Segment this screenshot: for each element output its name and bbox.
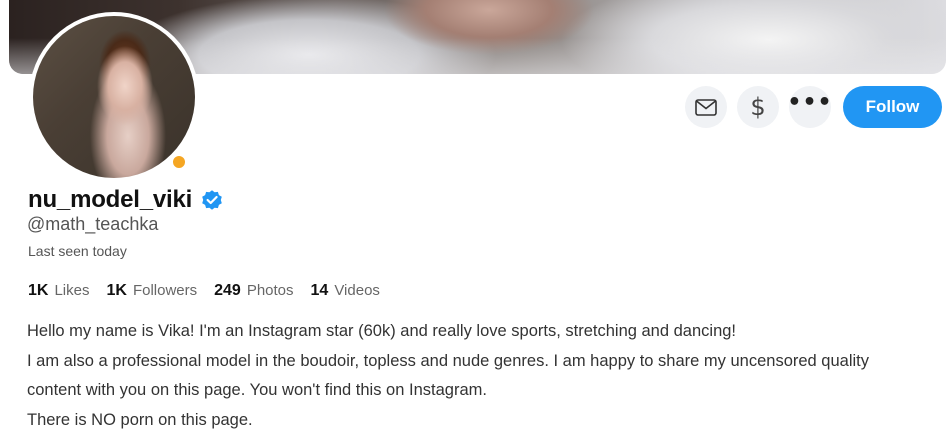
more-dots-icon: ••• [787, 90, 833, 115]
username: nu_model_viki [28, 186, 193, 213]
stat-photos[interactable]: 249 Photos [214, 282, 293, 300]
online-status-dot [170, 153, 188, 171]
stat-value: 249 [214, 282, 241, 299]
bio-line: Hello my name is Vika! I'm an Instagram … [27, 322, 737, 340]
stat-label: Videos [334, 282, 380, 299]
profile-bio: Hello my name is Vika! I'm an Instagram … [27, 319, 942, 437]
bio-line: There is NO porn on this page. [27, 410, 253, 429]
dollar-icon: $ [750, 93, 766, 121]
profile-actions: $ ••• Follow [685, 86, 942, 128]
profile-stats: 1K Likes 1K Followers 249 Photos 14 Vide… [28, 282, 397, 300]
message-button[interactable] [685, 86, 727, 128]
stat-value: 1K [28, 282, 49, 299]
stat-label: Followers [132, 282, 198, 299]
stat-label: Likes [54, 282, 90, 299]
user-handle: @math_teachka [27, 214, 159, 234]
last-seen-status: Last seen today [28, 243, 127, 259]
verified-badge-icon [202, 190, 222, 210]
name-row: nu_model_viki [28, 186, 224, 214]
stat-value: 1K [106, 282, 127, 299]
tip-button[interactable]: $ [737, 86, 779, 128]
follow-button[interactable]: Follow [843, 86, 942, 128]
more-button[interactable]: ••• [787, 86, 833, 128]
avatar-photo [33, 16, 195, 178]
stat-videos[interactable]: 14 Videos [311, 282, 380, 300]
bio-line: I am also a professional model in the bo… [27, 351, 870, 370]
stat-likes: 1K Likes [28, 282, 89, 300]
bio-line: content with you on this page. You won't… [27, 381, 487, 399]
stat-label: Photos [246, 282, 294, 299]
stat-followers: 1K Followers [106, 282, 197, 300]
stat-value: 14 [310, 282, 329, 299]
envelope-icon [695, 98, 717, 116]
